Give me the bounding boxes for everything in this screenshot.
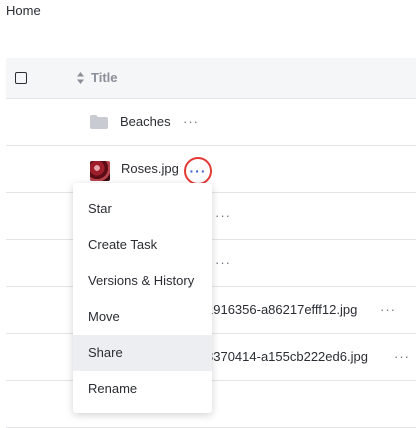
breadcrumb[interactable]: Home — [6, 3, 41, 18]
more-options-icon[interactable]: ··· — [215, 255, 231, 270]
menu-item-versions-history[interactable]: Versions & History — [73, 263, 212, 299]
row-name[interactable]: Beaches — [120, 114, 171, 129]
row-name[interactable]: 1916356-a86217efff12.jpg — [206, 302, 357, 317]
menu-item-move[interactable]: Move — [73, 299, 212, 335]
more-options-icon[interactable]: ··· — [394, 349, 410, 364]
table-header: Title — [6, 58, 416, 99]
menu-item-create-task[interactable]: Create Task — [73, 227, 212, 263]
menu-item-share[interactable]: Share — [73, 335, 212, 371]
more-options-icon[interactable]: ··· — [184, 157, 212, 185]
image-thumbnail — [90, 161, 110, 181]
more-options-icon[interactable]: ··· — [380, 302, 396, 317]
menu-item-rename[interactable]: Rename — [73, 371, 212, 407]
context-menu: Star Create Task Versions & History Move… — [73, 183, 212, 413]
sort-icon[interactable] — [76, 71, 85, 85]
select-all-checkbox[interactable] — [15, 72, 27, 84]
row-name[interactable]: 8370414-a155cb222ed6.jpg — [206, 349, 368, 364]
table-row[interactable]: Beaches ··· — [6, 99, 416, 146]
menu-item-star[interactable]: Star — [73, 191, 212, 227]
row-name[interactable]: Roses.jpg — [121, 161, 179, 176]
more-options-icon[interactable]: ··· — [215, 208, 231, 223]
more-options-icon[interactable]: ··· — [183, 114, 199, 129]
title-column-header[interactable]: Title — [91, 70, 118, 85]
folder-icon — [90, 115, 108, 129]
